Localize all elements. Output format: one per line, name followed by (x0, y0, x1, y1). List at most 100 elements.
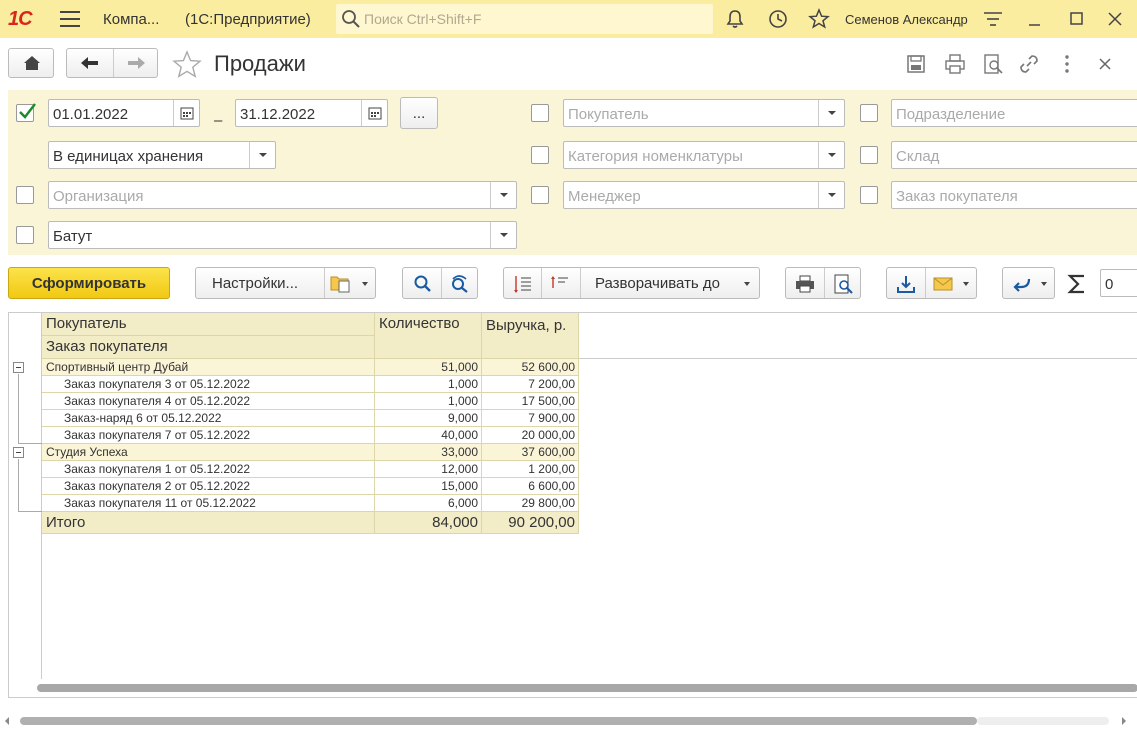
bell-icon[interactable] (724, 8, 746, 30)
chevron-down-icon[interactable] (362, 282, 368, 286)
scroll-right-icon[interactable] (1120, 716, 1128, 726)
quantity-cell[interactable]: 9,000 (375, 410, 482, 427)
order-field[interactable]: Заказ покупателя (891, 181, 1137, 209)
expand-groups-icon[interactable] (512, 273, 534, 295)
table-row[interactable]: Заказ покупателя 3 от 05.12.2022 1,000 7 2… (42, 376, 579, 393)
go-to-button[interactable] (1002, 267, 1055, 299)
print-icon[interactable] (944, 53, 966, 75)
star-icon[interactable] (808, 8, 830, 30)
date-from-field[interactable]: 01.01.2022 (48, 99, 200, 127)
revenue-cell[interactable]: 37 600,00 (482, 444, 579, 461)
table-row[interactable]: Заказ покупателя 4 от 05.12.2022 1,000 17 … (42, 393, 579, 410)
close-form-icon[interactable] (1094, 53, 1116, 75)
collapse-groups-icon[interactable] (549, 273, 571, 295)
chevron-down-icon[interactable] (744, 282, 750, 286)
manager-field[interactable]: Менеджер (563, 181, 845, 209)
chevron-down-icon[interactable] (963, 282, 969, 286)
order-cell[interactable]: Заказ покупателя 4 от 05.12.2022 (42, 393, 375, 410)
buyer-cell[interactable]: Студия Успеха (42, 444, 375, 461)
units-field[interactable]: В единицах хранения (48, 141, 276, 169)
table-row[interactable]: Заказ покупателя 1 от 05.12.2022 12,000 1 … (42, 461, 579, 478)
warehouse-checkbox[interactable] (860, 146, 878, 164)
collapse-group-icon[interactable] (13, 447, 24, 458)
chevron-down-icon[interactable] (818, 142, 844, 168)
group-row[interactable]: Спортивный центр Дубай 51,000 52 600,00 (42, 359, 579, 376)
quantity-cell[interactable]: 15,000 (375, 478, 482, 495)
table-row[interactable]: Заказ покупателя 7 от 05.12.2022 40,000 20… (42, 427, 579, 444)
total-row[interactable]: Итого 84,000 90 200,00 (42, 512, 579, 534)
division-field[interactable]: Подразделение (891, 99, 1137, 127)
order-cell[interactable]: Заказ покупателя 2 от 05.12.2022 (42, 478, 375, 495)
revenue-cell[interactable]: 7 200,00 (482, 376, 579, 393)
calendar-icon[interactable] (361, 100, 387, 126)
quantity-cell[interactable]: 33,000 (375, 444, 482, 461)
settings-button[interactable]: Настройки... (212, 275, 298, 292)
collapse-group-icon[interactable] (13, 362, 24, 373)
sum-field[interactable]: 0 (1100, 269, 1137, 297)
find-next-icon[interactable] (449, 274, 471, 294)
app-logo[interactable]: 1С (8, 8, 48, 30)
print-icon[interactable] (794, 273, 816, 295)
buyer-field[interactable]: Покупатель (563, 99, 845, 127)
print-preview-icon[interactable] (832, 273, 854, 295)
quantity-cell[interactable]: 1,000 (375, 376, 482, 393)
table-row[interactable]: Заказ покупателя 2 от 05.12.2022 15,000 6 … (42, 478, 579, 495)
period-checkbox[interactable] (16, 103, 36, 122)
chevron-down-icon[interactable] (249, 142, 275, 168)
date-to-field[interactable]: 31.12.2022 (235, 99, 388, 127)
chevron-down-icon[interactable] (818, 182, 844, 208)
revenue-cell[interactable]: 7 900,00 (482, 410, 579, 427)
home-button[interactable] (8, 48, 54, 78)
quantity-cell[interactable]: 6,000 (375, 495, 482, 512)
buyer-checkbox[interactable] (531, 104, 549, 122)
order-cell[interactable]: Заказ покупателя 1 от 05.12.2022 (42, 461, 375, 478)
more-actions-icon[interactable] (1056, 53, 1078, 75)
order-cell[interactable]: Заказ покупателя 11 от 05.12.2022 (42, 495, 375, 512)
user-name[interactable]: Семенов Александр (845, 12, 968, 27)
order-cell[interactable]: Заказ покупателя 7 от 05.12.2022 (42, 427, 375, 444)
find-icon[interactable] (413, 274, 433, 294)
buyer-cell[interactable]: Спортивный центр Дубай (42, 359, 375, 376)
total-label[interactable]: Итого (42, 512, 375, 534)
functions-menu-icon[interactable] (982, 8, 1004, 30)
quantity-cell[interactable]: 51,000 (375, 359, 482, 376)
global-search-input[interactable]: Поиск Ctrl+Shift+F (336, 4, 713, 34)
organization-field[interactable]: Организация (48, 181, 517, 209)
total-quantity[interactable]: 84,000 (375, 512, 482, 534)
save-to-file-icon[interactable] (895, 273, 917, 295)
back-arrow-icon[interactable] (67, 49, 113, 77)
quantity-cell[interactable]: 12,000 (375, 461, 482, 478)
table-row[interactable]: Заказ покупателя 11 от 05.12.2022 6,000 29… (42, 495, 579, 512)
order-cell[interactable]: Заказ покупателя 3 от 05.12.2022 (42, 376, 375, 393)
email-icon[interactable] (932, 274, 954, 294)
division-checkbox[interactable] (860, 104, 878, 122)
report-area[interactable]: Покупатель Заказ покупателя Количество В… (8, 312, 1137, 698)
manager-checkbox[interactable] (531, 186, 549, 204)
sum-icon[interactable] (1066, 272, 1088, 296)
chevron-down-icon[interactable] (490, 222, 516, 248)
quantity-cell[interactable]: 40,000 (375, 427, 482, 444)
save-icon[interactable] (905, 53, 927, 75)
revenue-cell[interactable]: 17 500,00 (482, 393, 579, 410)
category-checkbox[interactable] (531, 146, 549, 164)
revenue-cell[interactable]: 6 600,00 (482, 478, 579, 495)
scroll-left-icon[interactable] (3, 716, 11, 726)
chevron-down-icon[interactable] (818, 100, 844, 126)
organization-checkbox[interactable] (16, 186, 34, 204)
forward-arrow-icon[interactable] (113, 49, 159, 77)
preview-icon[interactable] (982, 53, 1004, 75)
link-icon[interactable] (1018, 53, 1040, 75)
revenue-cell[interactable]: 20 000,00 (482, 427, 579, 444)
product-field[interactable]: Батут (48, 221, 517, 249)
maximize-icon[interactable] (1066, 8, 1088, 30)
revenue-cell[interactable]: 52 600,00 (482, 359, 579, 376)
warehouse-field[interactable]: Склад (891, 141, 1137, 169)
minimize-icon[interactable] (1024, 8, 1046, 30)
variants-icon[interactable] (330, 273, 354, 293)
calendar-icon[interactable] (173, 100, 199, 126)
main-menu-icon[interactable] (60, 11, 80, 27)
page-horizontal-scrollbar[interactable] (20, 717, 977, 725)
favorite-star-icon[interactable] (172, 50, 202, 80)
report-horizontal-scrollbar[interactable] (37, 684, 1137, 692)
category-field[interactable]: Категория номенклатуры (563, 141, 845, 169)
